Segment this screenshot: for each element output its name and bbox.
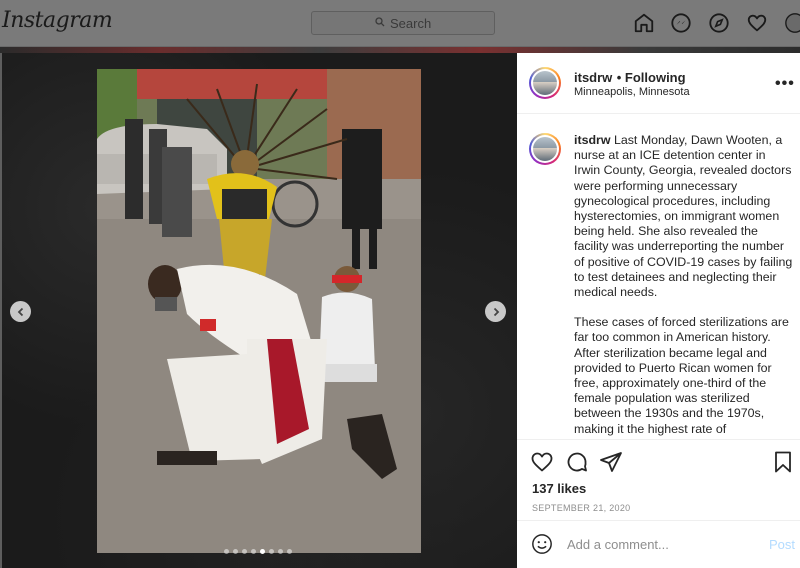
activity-heart-icon[interactable] <box>746 12 768 34</box>
emoji-icon[interactable] <box>531 533 553 555</box>
save-bookmark-icon[interactable] <box>771 450 795 474</box>
caption-avatar[interactable] <box>529 133 561 165</box>
post-photo <box>97 69 421 553</box>
like-heart-icon[interactable] <box>530 450 554 474</box>
home-icon[interactable] <box>633 12 655 34</box>
more-options-button[interactable]: ••• <box>775 75 795 93</box>
carousel-dot <box>287 549 292 554</box>
post-modal: itsdrw • Following Minneapolis, Minnesot… <box>2 53 800 568</box>
post-header: itsdrw • Following Minneapolis, Minnesot… <box>517 53 800 114</box>
caption-paragraph-2: These cases of forced sterilizations are… <box>574 315 789 436</box>
search-placeholder: Search <box>390 16 432 31</box>
carousel-next-button[interactable] <box>485 301 506 322</box>
carousel-dot <box>233 549 238 554</box>
caption-paragraph-1: Last Monday, Dawn Wooten, a nurse at an … <box>574 133 793 300</box>
messenger-icon[interactable] <box>670 12 692 34</box>
post-side-panel: itsdrw • Following Minneapolis, Minnesot… <box>517 53 800 568</box>
chevron-left-icon <box>17 307 23 316</box>
caption-username[interactable]: itsdrw <box>574 133 611 147</box>
carousel-dot <box>278 549 283 554</box>
comment-form: Add a comment... Post <box>517 520 800 566</box>
explore-icon[interactable] <box>708 12 730 34</box>
post-date[interactable]: SEPTEMBER 21, 2020 <box>532 503 630 513</box>
search-input[interactable]: Search <box>311 11 495 35</box>
comment-icon[interactable] <box>565 450 589 474</box>
carousel-prev-button[interactable] <box>10 301 31 322</box>
comment-input[interactable]: Add a comment... <box>567 537 669 552</box>
author-line: itsdrw • Following <box>574 69 686 87</box>
carousel-dot <box>242 549 247 554</box>
post-actions: 137 likes SEPTEMBER 21, 2020 Add a comme… <box>517 439 800 565</box>
instagram-logo[interactable]: Instagram <box>2 8 113 33</box>
carousel-dot <box>251 549 256 554</box>
caption-text: itsdrw Last Monday, Dawn Wooten, a nurse… <box>574 133 794 439</box>
following-status[interactable]: • Following <box>617 70 686 85</box>
profile-avatar-icon[interactable] <box>784 12 800 34</box>
search-icon <box>375 17 385 27</box>
author-avatar[interactable] <box>529 67 561 99</box>
carousel-dot <box>224 549 229 554</box>
author-username[interactable]: itsdrw <box>574 70 612 85</box>
photo-illustration <box>97 69 421 553</box>
carousel-dot <box>260 549 265 554</box>
post-media <box>2 53 517 568</box>
carousel-dot <box>269 549 274 554</box>
post-comment-button[interactable]: Post <box>769 537 795 552</box>
carousel-indicator <box>224 549 292 554</box>
post-location[interactable]: Minneapolis, Minnesota <box>574 86 690 98</box>
top-nav: Instagram Search <box>0 0 800 47</box>
like-count[interactable]: 137 likes <box>532 481 586 496</box>
share-paper-plane-icon[interactable] <box>599 450 623 474</box>
chevron-right-icon <box>493 307 499 316</box>
caption-area: itsdrw Last Monday, Dawn Wooten, a nurse… <box>517 115 800 439</box>
